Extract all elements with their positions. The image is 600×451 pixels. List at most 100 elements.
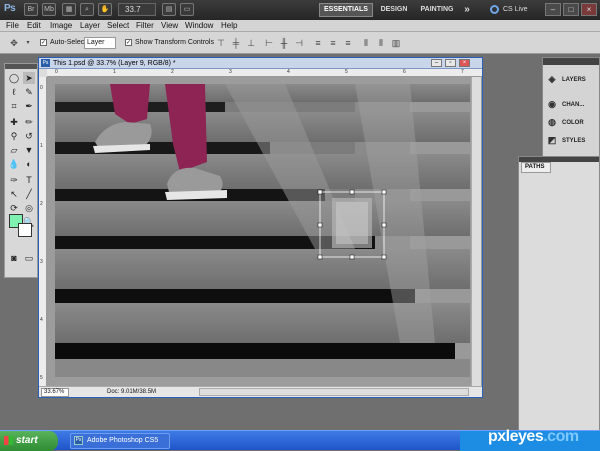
cs-live-button[interactable]: CS Live [503,3,528,17]
pxleyes-watermark: pxleyes.com [488,428,579,446]
vertical-ruler[interactable]: 0 1 2 3 4 5 [39,77,47,386]
crop-tool-icon[interactable]: ⌗ [8,100,20,112]
bridge-icon[interactable]: Br [24,3,38,16]
hand-tool-icon[interactable]: ✋ [98,3,112,16]
clone-stamp-tool-icon[interactable]: ⚲ [8,130,20,142]
document-title-bar[interactable]: Ps This 1.psd @ 33.7% (Layer 9, RGB/8) *… [39,58,482,69]
auto-select-checkbox[interactable]: ✓ [40,39,47,46]
zoom-percentage-field[interactable]: 33.67% [41,388,69,397]
3d-camera-tool-icon[interactable]: ◎ [23,202,35,214]
menu-view[interactable]: View [161,20,178,32]
distribute-top-icon[interactable]: ≡ [312,37,324,49]
ruler-origin[interactable] [39,69,47,77]
image-canvas[interactable] [55,84,470,377]
background-color-swatch[interactable] [18,223,32,237]
photoshop-taskbar-icon: Ps [74,436,83,445]
tab-paths[interactable]: PATHS [521,162,551,173]
align-right-icon[interactable]: ⊣ [293,37,305,49]
path-selection-tool-icon[interactable]: ↖ [8,188,20,200]
distribute-right-icon[interactable]: ⦀ [375,37,387,49]
view-extras-icon[interactable]: ▦ [62,3,76,16]
horizontal-scrollbar[interactable] [199,388,469,396]
workspace-essentials-button[interactable]: ESSENTIALS [319,3,373,17]
auto-align-icon[interactable]: ▥ [390,37,402,49]
pen-tool-icon[interactable]: ✑ [8,174,20,186]
document-size-info[interactable]: Doc: 9.01M/38.5M [107,387,156,398]
vertical-scrollbar[interactable] [471,77,481,386]
channels-icon: ◉ [548,99,556,110]
brush-tool-icon[interactable]: ✏ [23,116,35,128]
minimize-icon[interactable]: – [545,3,561,16]
move-tool-preset-icon[interactable]: ✥ [8,37,20,49]
ruler-mark: 5 [345,69,348,75]
document-close-icon[interactable]: × [459,59,470,67]
screen-mode-icon[interactable]: ▭ [180,3,194,16]
paint-bucket-tool-icon[interactable]: ▼ [23,144,35,156]
blur-tool-icon[interactable]: 💧 [8,158,20,170]
align-bottom-icon[interactable]: ⊥ [245,37,257,49]
zoom-level-select[interactable]: 33.7 [118,3,156,16]
move-tool-icon[interactable]: ➤ [23,72,35,84]
panel-channels-button[interactable]: ◉ CHAN... [547,98,584,112]
type-tool-icon[interactable]: T [23,174,35,186]
align-left-icon[interactable]: ⊢ [263,37,275,49]
menu-help[interactable]: Help [221,20,237,32]
more-workspaces-button[interactable]: » [460,3,474,17]
marquee-tool-icon[interactable]: ◯ [8,72,20,84]
menu-bar: File Edit Image Layer Select Filter View… [0,20,600,32]
document-restore-icon[interactable]: ▫ [445,59,456,67]
distribute-bottom-icon[interactable]: ≡ [342,37,354,49]
menu-image[interactable]: Image [50,20,72,32]
workspace-painting-button[interactable]: PAINTING [417,3,457,17]
quick-mask-icon[interactable]: ◙ [8,252,20,264]
distribute-center-icon[interactable]: ≡ [327,37,339,49]
distribute-left-icon[interactable]: ⦀ [360,37,372,49]
menu-filter[interactable]: Filter [136,20,154,32]
quick-selection-tool-icon[interactable]: ✎ [23,86,35,98]
history-brush-tool-icon[interactable]: ↺ [23,130,35,142]
arrange-documents-icon[interactable]: ▤ [162,3,176,16]
menu-layer[interactable]: Layer [80,20,100,32]
shape-tool-icon[interactable]: ╱ [23,188,35,200]
3d-rotate-tool-icon[interactable]: ⟳ [8,202,20,214]
screen-mode-icon[interactable]: ▭ [23,252,35,264]
show-transform-controls-checkbox[interactable]: ✓ [125,39,132,46]
panel-layers-label: LAYERS [562,77,586,83]
horizontal-ruler[interactable]: 0 1 2 3 4 5 6 7 [47,69,482,77]
align-horizontal-center-icon[interactable]: ╫ [278,37,290,49]
panel-dock-header[interactable] [543,58,599,65]
menu-select[interactable]: Select [107,20,129,32]
panel-color-button[interactable]: ◍ COLOR [547,116,584,130]
ruler-mark: 2 [40,201,43,207]
ruler-mark: 2 [171,69,174,75]
styles-icon: ◩ [547,135,557,146]
mini-bridge-icon[interactable]: Mb [42,3,56,16]
windows-flag-icon [4,436,13,445]
panel-layers-button[interactable]: ◈ LAYERS [547,73,586,87]
align-vertical-center-icon[interactable]: ╪ [230,37,242,49]
panel-styles-button[interactable]: ◩ STYLES [547,134,586,148]
panel-dock: ◈ LAYERS ◉ CHAN... ◍ COLOR ◩ STYLES [542,57,600,157]
lasso-tool-icon[interactable]: ℓ [8,86,20,98]
auto-select-label: Auto-Select: [50,39,89,46]
chevron-down-icon[interactable]: ▾ [22,37,34,49]
tools-panel-header[interactable] [5,64,37,69]
menu-file[interactable]: File [6,20,19,32]
ruler-mark: 0 [40,85,43,91]
document-minimize-icon[interactable]: – [431,59,442,67]
eraser-tool-icon[interactable]: ▱ [8,144,20,156]
panel-channels-label: CHAN... [562,102,585,108]
menu-edit[interactable]: Edit [27,20,41,32]
healing-brush-tool-icon[interactable]: ✚ [8,116,20,128]
menu-window[interactable]: Window [185,20,213,32]
dodge-tool-icon[interactable]: ◐ [23,158,35,170]
zoom-tool-icon[interactable]: ⌕ [80,3,94,16]
maximize-icon[interactable]: □ [563,3,579,16]
close-icon[interactable]: × [581,3,597,16]
cs-live-icon [490,5,499,14]
taskbar-photoshop-button[interactable]: Adobe Photoshop CS5 [70,433,170,449]
workspace-design-button[interactable]: DESIGN [378,3,410,17]
eyedropper-tool-icon[interactable]: ✒ [23,100,35,112]
auto-select-target-select[interactable]: Layer [84,37,116,49]
align-top-icon[interactable]: ⊤ [215,37,227,49]
